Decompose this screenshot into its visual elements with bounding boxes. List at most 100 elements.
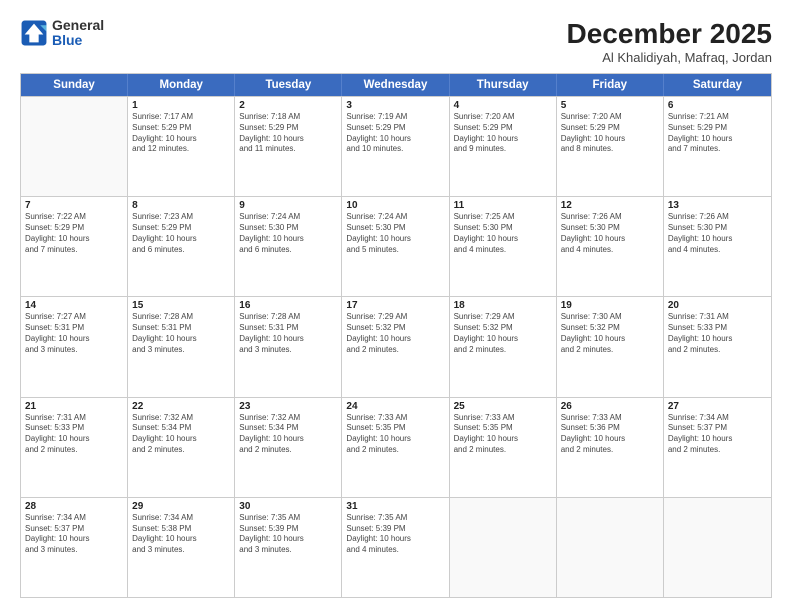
cell-info: Sunrise: 7:33 AM Sunset: 5:35 PM Dayligh… bbox=[454, 413, 552, 456]
cal-row-2: 7Sunrise: 7:22 AM Sunset: 5:29 PM Daylig… bbox=[21, 196, 771, 296]
cal-cell-day-16: 16Sunrise: 7:28 AM Sunset: 5:31 PM Dayli… bbox=[235, 297, 342, 396]
cal-cell-day-5: 5Sunrise: 7:20 AM Sunset: 5:29 PM Daylig… bbox=[557, 97, 664, 196]
cell-info: Sunrise: 7:28 AM Sunset: 5:31 PM Dayligh… bbox=[132, 312, 230, 355]
day-number: 27 bbox=[668, 401, 767, 412]
cal-cell-day-1: 1Sunrise: 7:17 AM Sunset: 5:29 PM Daylig… bbox=[128, 97, 235, 196]
cal-cell-day-28: 28Sunrise: 7:34 AM Sunset: 5:37 PM Dayli… bbox=[21, 498, 128, 597]
cal-cell-day-18: 18Sunrise: 7:29 AM Sunset: 5:32 PM Dayli… bbox=[450, 297, 557, 396]
location: Al Khalidiyah, Mafraq, Jordan bbox=[567, 50, 772, 65]
cell-info: Sunrise: 7:28 AM Sunset: 5:31 PM Dayligh… bbox=[239, 312, 337, 355]
cal-cell-day-27: 27Sunrise: 7:34 AM Sunset: 5:37 PM Dayli… bbox=[664, 398, 771, 497]
cell-info: Sunrise: 7:21 AM Sunset: 5:29 PM Dayligh… bbox=[668, 112, 767, 155]
header-day-saturday: Saturday bbox=[664, 74, 771, 96]
cal-cell-day-30: 30Sunrise: 7:35 AM Sunset: 5:39 PM Dayli… bbox=[235, 498, 342, 597]
cell-info: Sunrise: 7:34 AM Sunset: 5:37 PM Dayligh… bbox=[25, 513, 123, 556]
logo-text: General Blue bbox=[52, 18, 104, 49]
cell-info: Sunrise: 7:35 AM Sunset: 5:39 PM Dayligh… bbox=[239, 513, 337, 556]
header-day-wednesday: Wednesday bbox=[342, 74, 449, 96]
day-number: 9 bbox=[239, 200, 337, 211]
header: General Blue December 2025 Al Khalidiyah… bbox=[20, 18, 772, 65]
cell-info: Sunrise: 7:30 AM Sunset: 5:32 PM Dayligh… bbox=[561, 312, 659, 355]
day-number: 18 bbox=[454, 300, 552, 311]
page: General Blue December 2025 Al Khalidiyah… bbox=[0, 0, 792, 612]
day-number: 25 bbox=[454, 401, 552, 412]
cal-cell-day-4: 4Sunrise: 7:20 AM Sunset: 5:29 PM Daylig… bbox=[450, 97, 557, 196]
title-block: December 2025 Al Khalidiyah, Mafraq, Jor… bbox=[567, 18, 772, 65]
day-number: 14 bbox=[25, 300, 123, 311]
logo-line1: General bbox=[52, 18, 104, 33]
cal-cell-day-14: 14Sunrise: 7:27 AM Sunset: 5:31 PM Dayli… bbox=[21, 297, 128, 396]
cal-cell-day-31: 31Sunrise: 7:35 AM Sunset: 5:39 PM Dayli… bbox=[342, 498, 449, 597]
day-number: 28 bbox=[25, 501, 123, 512]
cell-info: Sunrise: 7:22 AM Sunset: 5:29 PM Dayligh… bbox=[25, 212, 123, 255]
cal-cell-day-20: 20Sunrise: 7:31 AM Sunset: 5:33 PM Dayli… bbox=[664, 297, 771, 396]
cal-cell-day-13: 13Sunrise: 7:26 AM Sunset: 5:30 PM Dayli… bbox=[664, 197, 771, 296]
cell-info: Sunrise: 7:33 AM Sunset: 5:35 PM Dayligh… bbox=[346, 413, 444, 456]
day-number: 22 bbox=[132, 401, 230, 412]
calendar: SundayMondayTuesdayWednesdayThursdayFrid… bbox=[20, 73, 772, 598]
day-number: 1 bbox=[132, 100, 230, 111]
cell-info: Sunrise: 7:20 AM Sunset: 5:29 PM Dayligh… bbox=[561, 112, 659, 155]
header-day-tuesday: Tuesday bbox=[235, 74, 342, 96]
calendar-body: 1Sunrise: 7:17 AM Sunset: 5:29 PM Daylig… bbox=[21, 96, 771, 597]
cell-info: Sunrise: 7:27 AM Sunset: 5:31 PM Dayligh… bbox=[25, 312, 123, 355]
cell-info: Sunrise: 7:17 AM Sunset: 5:29 PM Dayligh… bbox=[132, 112, 230, 155]
cell-info: Sunrise: 7:31 AM Sunset: 5:33 PM Dayligh… bbox=[668, 312, 767, 355]
cal-cell-empty bbox=[557, 498, 664, 597]
day-number: 24 bbox=[346, 401, 444, 412]
day-number: 17 bbox=[346, 300, 444, 311]
cell-info: Sunrise: 7:29 AM Sunset: 5:32 PM Dayligh… bbox=[454, 312, 552, 355]
cal-cell-day-2: 2Sunrise: 7:18 AM Sunset: 5:29 PM Daylig… bbox=[235, 97, 342, 196]
logo-icon bbox=[20, 19, 48, 47]
cell-info: Sunrise: 7:29 AM Sunset: 5:32 PM Dayligh… bbox=[346, 312, 444, 355]
cell-info: Sunrise: 7:23 AM Sunset: 5:29 PM Dayligh… bbox=[132, 212, 230, 255]
cal-cell-empty bbox=[21, 97, 128, 196]
day-number: 11 bbox=[454, 200, 552, 211]
cell-info: Sunrise: 7:35 AM Sunset: 5:39 PM Dayligh… bbox=[346, 513, 444, 556]
cal-cell-day-24: 24Sunrise: 7:33 AM Sunset: 5:35 PM Dayli… bbox=[342, 398, 449, 497]
day-number: 12 bbox=[561, 200, 659, 211]
cal-cell-day-17: 17Sunrise: 7:29 AM Sunset: 5:32 PM Dayli… bbox=[342, 297, 449, 396]
day-number: 10 bbox=[346, 200, 444, 211]
cell-info: Sunrise: 7:34 AM Sunset: 5:38 PM Dayligh… bbox=[132, 513, 230, 556]
cal-cell-day-7: 7Sunrise: 7:22 AM Sunset: 5:29 PM Daylig… bbox=[21, 197, 128, 296]
cal-cell-day-25: 25Sunrise: 7:33 AM Sunset: 5:35 PM Dayli… bbox=[450, 398, 557, 497]
cal-cell-day-12: 12Sunrise: 7:26 AM Sunset: 5:30 PM Dayli… bbox=[557, 197, 664, 296]
cell-info: Sunrise: 7:33 AM Sunset: 5:36 PM Dayligh… bbox=[561, 413, 659, 456]
cell-info: Sunrise: 7:18 AM Sunset: 5:29 PM Dayligh… bbox=[239, 112, 337, 155]
cal-cell-empty bbox=[664, 498, 771, 597]
cal-cell-day-8: 8Sunrise: 7:23 AM Sunset: 5:29 PM Daylig… bbox=[128, 197, 235, 296]
cell-info: Sunrise: 7:32 AM Sunset: 5:34 PM Dayligh… bbox=[239, 413, 337, 456]
cal-cell-day-22: 22Sunrise: 7:32 AM Sunset: 5:34 PM Dayli… bbox=[128, 398, 235, 497]
day-number: 30 bbox=[239, 501, 337, 512]
day-number: 15 bbox=[132, 300, 230, 311]
cal-cell-day-10: 10Sunrise: 7:24 AM Sunset: 5:30 PM Dayli… bbox=[342, 197, 449, 296]
day-number: 2 bbox=[239, 100, 337, 111]
day-number: 4 bbox=[454, 100, 552, 111]
calendar-header: SundayMondayTuesdayWednesdayThursdayFrid… bbox=[21, 74, 771, 96]
cal-cell-day-9: 9Sunrise: 7:24 AM Sunset: 5:30 PM Daylig… bbox=[235, 197, 342, 296]
cell-info: Sunrise: 7:19 AM Sunset: 5:29 PM Dayligh… bbox=[346, 112, 444, 155]
header-day-thursday: Thursday bbox=[450, 74, 557, 96]
cal-cell-empty bbox=[450, 498, 557, 597]
logo-line2: Blue bbox=[52, 33, 104, 48]
day-number: 31 bbox=[346, 501, 444, 512]
cell-info: Sunrise: 7:20 AM Sunset: 5:29 PM Dayligh… bbox=[454, 112, 552, 155]
cal-cell-day-3: 3Sunrise: 7:19 AM Sunset: 5:29 PM Daylig… bbox=[342, 97, 449, 196]
day-number: 3 bbox=[346, 100, 444, 111]
day-number: 19 bbox=[561, 300, 659, 311]
cell-info: Sunrise: 7:31 AM Sunset: 5:33 PM Dayligh… bbox=[25, 413, 123, 456]
day-number: 26 bbox=[561, 401, 659, 412]
cell-info: Sunrise: 7:24 AM Sunset: 5:30 PM Dayligh… bbox=[239, 212, 337, 255]
day-number: 13 bbox=[668, 200, 767, 211]
cal-row-4: 21Sunrise: 7:31 AM Sunset: 5:33 PM Dayli… bbox=[21, 397, 771, 497]
cell-info: Sunrise: 7:24 AM Sunset: 5:30 PM Dayligh… bbox=[346, 212, 444, 255]
cell-info: Sunrise: 7:25 AM Sunset: 5:30 PM Dayligh… bbox=[454, 212, 552, 255]
cell-info: Sunrise: 7:32 AM Sunset: 5:34 PM Dayligh… bbox=[132, 413, 230, 456]
month-title: December 2025 bbox=[567, 18, 772, 50]
header-day-sunday: Sunday bbox=[21, 74, 128, 96]
logo: General Blue bbox=[20, 18, 104, 49]
day-number: 16 bbox=[239, 300, 337, 311]
day-number: 8 bbox=[132, 200, 230, 211]
cal-cell-day-21: 21Sunrise: 7:31 AM Sunset: 5:33 PM Dayli… bbox=[21, 398, 128, 497]
